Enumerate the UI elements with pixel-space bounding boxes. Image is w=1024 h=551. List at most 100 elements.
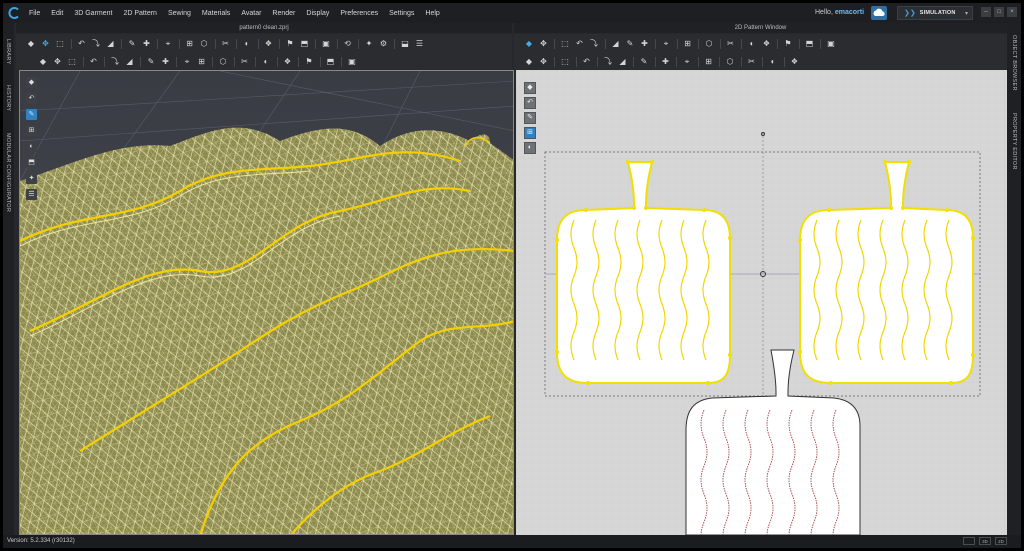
add-point-icon[interactable]: ✥ [539,57,549,67]
close-button[interactable]: × [1007,7,1017,17]
texture-2d-icon[interactable]: ✎ [524,112,536,124]
notch-icon[interactable]: ⬚ [560,57,570,67]
shrink-icon[interactable]: ◐ [242,39,252,49]
render-icon[interactable]: ◆ [26,77,37,88]
seam-icon[interactable]: ✥ [53,57,63,67]
tab-object-browser[interactable]: OBJECT BROWSER [1011,35,1017,91]
tab-property-editor[interactable]: PROPERTY EDITOR [1011,113,1017,170]
menu-edit[interactable]: Edit [51,10,63,17]
avatar-hide-icon[interactable]: ✦ [26,173,37,184]
topstitch-icon[interactable]: ⤵ [110,57,120,67]
fold-arrange-icon[interactable]: ⤵ [91,39,101,49]
tack-icon[interactable]: ⌖ [163,39,173,49]
view-3d-button[interactable]: 3D [979,537,991,545]
avatar-2d-icon[interactable]: ▣ [826,39,836,49]
menu-3d-garment[interactable]: 3D Garment [74,10,112,17]
hang-icon[interactable]: ☰ [415,39,425,49]
menu-render[interactable]: Render [272,10,295,17]
gather-icon[interactable]: ✚ [661,57,671,67]
menu-2d-pattern[interactable]: 2D Pattern [123,10,156,17]
text-icon[interactable]: ◐ [747,39,757,49]
glue-icon[interactable]: ◢ [125,57,135,67]
graphic-2d-icon[interactable]: ✂ [747,57,757,67]
menu-file[interactable]: File [29,10,40,17]
measure-icon[interactable]: ⊞ [185,39,195,49]
snapshot-icon[interactable]: ❖ [283,57,293,67]
viewport-2d[interactable]: ◆ ↶ ✎ ⊞ ◐ [516,70,1007,535]
transform-pattern-icon[interactable]: ◆ [524,39,534,49]
user-greeting[interactable]: Hello, emacorti [815,9,864,16]
pattern-display-icon[interactable]: ◐ [524,142,536,154]
viewport-3d[interactable]: ◆ ↶ ✎ ⊞ ◐ ⬒ ✦ ☰ [19,70,514,535]
grade-icon[interactable]: ⚑ [783,39,793,49]
internal-rect-icon[interactable]: ✎ [625,39,635,49]
avatar-icon[interactable]: ↶ [26,93,37,104]
segment-icon[interactable]: ↶ [582,57,592,67]
fabric-icon[interactable]: ⬚ [67,57,77,67]
arrange-icon[interactable]: ⟲ [343,39,353,49]
move-icon[interactable]: ✥ [41,39,51,49]
tab-history[interactable]: HISTORY [5,85,11,111]
edit-point-icon[interactable]: ✥ [539,39,549,49]
trace-2d-icon[interactable]: ◐ [768,57,778,67]
pin-box-icon[interactable]: ✚ [142,39,152,49]
pattern-view-icon[interactable]: ⬒ [26,157,37,168]
puckering-icon[interactable]: ◆ [38,57,48,67]
button-hole-icon[interactable]: ⊞ [197,57,207,67]
fabric-2d-icon[interactable]: ⊞ [524,127,536,139]
menu-sewing[interactable]: Sewing [168,10,191,17]
menu-help[interactable]: Help [425,10,439,17]
menu-avatar[interactable]: Avatar [241,10,261,17]
menu-display[interactable]: Display [306,10,329,17]
button-icon[interactable]: ⬒ [300,39,310,49]
tab-library[interactable]: LIBRARY [5,39,11,65]
skin-icon[interactable]: ⚙ [379,39,389,49]
internal-circle-icon[interactable]: ✚ [640,39,650,49]
trim-icon[interactable]: ⌖ [182,57,192,67]
circle-icon[interactable]: ⤵ [589,39,599,49]
solid-icon[interactable]: ⬡ [218,57,228,67]
check-sewing-icon[interactable]: ✎ [639,57,649,67]
fabric-view-icon[interactable]: ◐ [26,141,37,152]
graphic-icon[interactable]: ✎ [146,57,156,67]
hanger-icon[interactable]: ▣ [321,39,331,49]
ruler-icon[interactable]: ⚑ [304,57,314,67]
arrange-2d-icon[interactable]: ❖ [790,57,800,67]
skeleton-icon[interactable]: ☰ [26,189,37,200]
flip-icon[interactable]: ↶ [89,57,99,67]
pleat-2d-icon[interactable]: ⌖ [682,57,692,67]
avatar-pose-icon[interactable]: ✎ [26,109,37,120]
menu-preferences[interactable]: Preferences [340,10,378,17]
pleat-icon[interactable]: ▣ [347,57,357,67]
topstitch-2d-icon[interactable]: ⊞ [704,57,714,67]
simulation-mode-button[interactable]: ❯❯ SIMULATION ▾ [897,6,973,20]
cloud-icon[interactable] [871,6,887,20]
minimize-button[interactable]: – [981,7,991,17]
grid-icon[interactable]: ↶ [524,97,536,109]
pin-icon[interactable]: ✎ [127,39,137,49]
tape-icon[interactable]: ✂ [240,57,250,67]
trace-icon[interactable]: ⊞ [683,39,693,49]
tab-modular-configurator[interactable]: MODULAR CONFIGURATOR [5,133,11,212]
sewing-free-icon[interactable]: ◢ [618,57,628,67]
sewing-seg-icon[interactable]: ⤵ [603,57,613,67]
curve-point-icon[interactable]: ◆ [524,57,534,67]
zipper-icon[interactable]: ⚑ [285,39,295,49]
text-size-icon[interactable]: ❖ [762,39,772,49]
view-2d-button[interactable]: 2D [995,537,1007,545]
polygon-icon[interactable]: ⬚ [560,39,570,49]
strap-icon[interactable]: ✦ [364,39,374,49]
fit-icon[interactable]: ◐ [261,57,271,67]
fold-icon[interactable]: ↶ [77,39,87,49]
steam-icon[interactable]: ✂ [221,39,231,49]
bend-icon[interactable]: ⬓ [400,39,410,49]
transform-icon[interactable]: ⬚ [55,39,65,49]
fold-angle-icon[interactable]: ◢ [106,39,116,49]
style-line-icon[interactable]: ⬡ [725,57,735,67]
symmetric-icon[interactable]: ⬒ [805,39,815,49]
arrange-3d-icon[interactable]: ⬒ [326,57,336,67]
view-both-button[interactable] [963,537,975,545]
avatar-select-icon[interactable]: ◆ [26,39,36,49]
menu-materials[interactable]: Materials [202,10,230,17]
internal-polygon-icon[interactable]: ◢ [611,39,621,49]
